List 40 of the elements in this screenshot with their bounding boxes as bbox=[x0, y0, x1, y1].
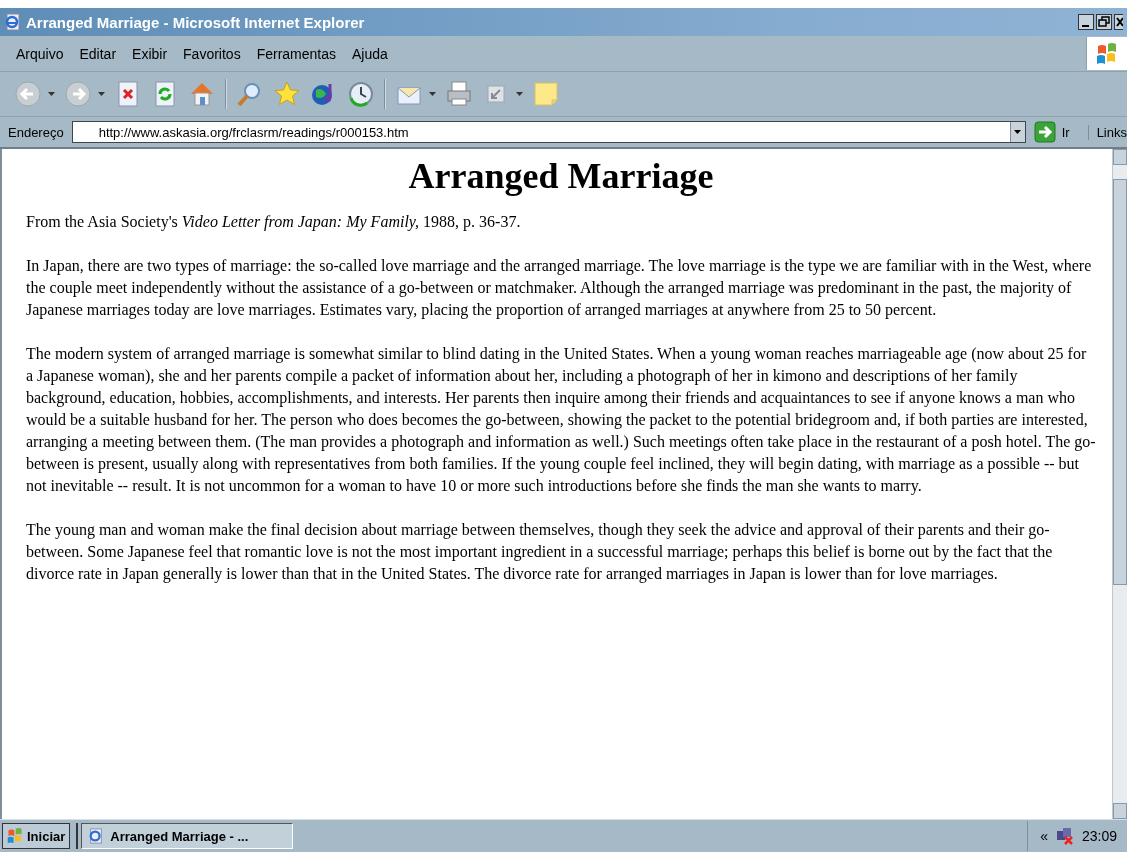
taskbar-button[interactable]: Arranged Marriage - ... bbox=[81, 823, 294, 849]
star-icon[interactable] bbox=[273, 80, 301, 108]
menu-item[interactable]: Favoritos bbox=[175, 42, 249, 65]
minimize-icon[interactable] bbox=[1078, 14, 1094, 30]
network-disconnected-icon[interactable] bbox=[1055, 827, 1074, 845]
menu-item[interactable]: Exibir bbox=[124, 42, 176, 65]
menu-item[interactable]: Ajuda bbox=[344, 42, 396, 65]
dropdown-caret-icon bbox=[1014, 130, 1022, 134]
address-field[interactable]: http://www.askasia.org/frclasrm/readings/r000153.htm bbox=[71, 121, 1026, 143]
windows-logo-icon bbox=[1096, 42, 1118, 65]
clock: 23:09 bbox=[1081, 828, 1117, 844]
start-button[interactable]: Iniciar bbox=[2, 823, 71, 849]
tray-expand-button[interactable]: « bbox=[1040, 828, 1048, 844]
page-heading: Arranged Marriage bbox=[407, 155, 715, 197]
links-button[interactable]: Links bbox=[1087, 124, 1127, 140]
close-icon[interactable] bbox=[1114, 14, 1123, 30]
dropdown-caret-icon[interactable] bbox=[98, 92, 105, 96]
forward-icon[interactable] bbox=[64, 80, 92, 108]
dropdown-caret-icon[interactable] bbox=[48, 92, 55, 96]
address-label: Endereço bbox=[8, 124, 64, 140]
printer-icon[interactable] bbox=[445, 80, 473, 108]
paragraph: From the Asia Society's Video Letter from Japan: My Family, 1988, p. 36-37. bbox=[26, 212, 522, 233]
paragraph: The young man and woman make the final decision about marriage between themselves, though they seek the advice and approval of their parents and their go-between. Some Japanese feel that romantic love is not the most important ingredient in a successful marriage; perhaps this belief is borne out by the fact that the divorce rate in Japan generally is lower than that in the United States. The divorce rate for arranged marriages in Japan is lower than for love marriages. bbox=[26, 520, 1054, 585]
paragraph: In Japan, there are two types of marriage: the so-called love marriage and the arranged marriage. The love marriage is the type we are familiar with in the West, where the couple meet independently without the assistance of a go-between or matchmaker. Although the arranged marriage was predominant in the past, the majority of Japanese marriages today are love marriages. Estimates vary, placing the proportion of arranged marriages at anywhere from 25 to 50 percent. bbox=[26, 256, 1093, 321]
window-title: Arranged Marriage - Microsoft Internet Explorer bbox=[26, 13, 366, 31]
dropdown-caret-icon[interactable] bbox=[516, 92, 523, 96]
back-icon[interactable] bbox=[14, 80, 42, 108]
menu-item[interactable]: Editar bbox=[71, 42, 125, 65]
browser-icon bbox=[4, 13, 22, 31]
menu-item[interactable]: Ferramentas bbox=[248, 42, 344, 65]
menu-item[interactable]: Arquivo bbox=[8, 42, 72, 65]
scrollbar[interactable] bbox=[1112, 149, 1127, 819]
dropdown-button[interactable] bbox=[1009, 122, 1025, 142]
dropdown-caret-icon[interactable] bbox=[429, 92, 436, 96]
go-button[interactable]: Ir bbox=[1033, 121, 1070, 143]
paragraph: The modern system of arranged marriage is somewhat similar to blind dating in the United States. When a young woman reaches marriageable age (now about 25 for a Japanese woman), she and her parents compile a packet of information about her, including a photograph of her in kimono and descriptions of her family background, education, hobbies, accomplishments, and interests. Her parents then inquire among their friends and acquaintances to see if anyone knows a man who would be a suitable husband for her. The person who does becomes the go-between, showing the packet to the potential bridegroom and, if both parties are interested, arranging a meeting between them. (The man provides a photograph and information as well.) Such meetings often take place in the restaurant of a posh hotel. The go-between is present, usually along with representatives from both families. If the young couple feel inclined, they will begin dating, with marriage as a possible -- but not inevitable -- result. It is not uncommon for a woman to have 10 or more such introductions before she finds the man she wants to marry. bbox=[26, 344, 1096, 497]
windows-logo-icon bbox=[7, 828, 23, 844]
history-icon[interactable] bbox=[347, 80, 375, 108]
browser-icon bbox=[88, 828, 105, 844]
restore-icon[interactable] bbox=[1096, 14, 1112, 30]
